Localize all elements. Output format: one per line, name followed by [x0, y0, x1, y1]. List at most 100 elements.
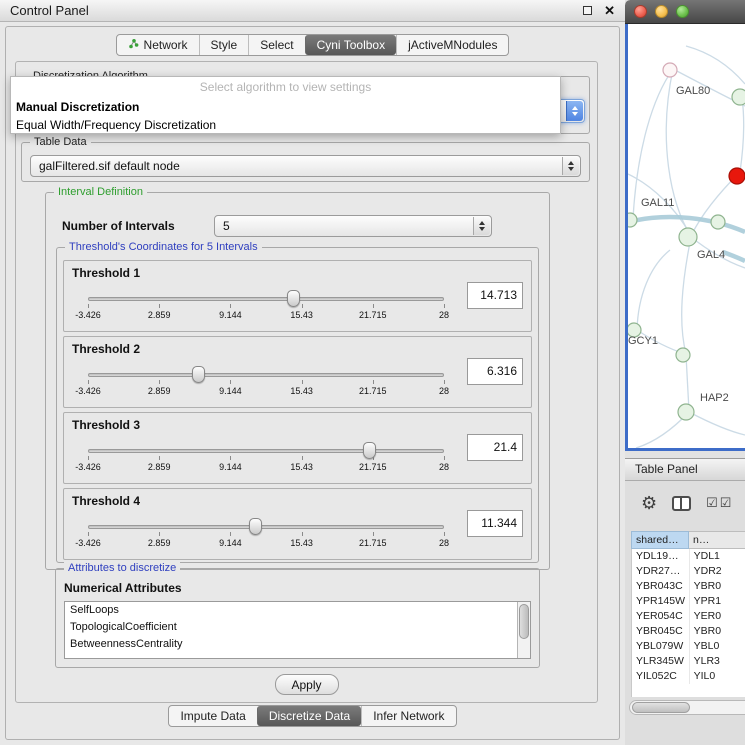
threshold-4-slider[interactable]: -3.4262.8599.14415.4321.71528 [88, 517, 444, 551]
dropdown-options-list: Manual DiscretizationEqual Width/Frequen… [11, 98, 560, 134]
table-row[interactable]: YLR345WYLR3 [632, 654, 745, 669]
slider-thumb[interactable] [249, 518, 262, 535]
network-node-red[interactable] [729, 168, 745, 184]
threshold-4-panel: Threshold 4 -3.4262.8599.14415.4321.7152… [63, 488, 532, 560]
tab-style[interactable]: Style [199, 35, 249, 55]
slider-thumb[interactable] [192, 366, 205, 383]
number-of-intervals-label: Number of Intervals [62, 219, 175, 233]
table-column-header[interactable]: shared… [631, 531, 689, 549]
threshold-2-label: Threshold 2 [72, 342, 140, 356]
slider-track[interactable] [88, 373, 444, 377]
apply-button[interactable]: Apply [275, 674, 339, 695]
attributes-scrollbar[interactable] [517, 602, 530, 658]
table-row[interactable]: YDR27…YDR2 [632, 564, 745, 579]
algorithm-option[interactable]: Equal Width/Frequency Discretization [11, 116, 560, 134]
table-cell: YBR045C [632, 624, 690, 639]
network-node-label: GAL4 [697, 249, 725, 261]
tab-network[interactable]: Network [117, 35, 199, 55]
table-row[interactable]: YBR043CYBR0 [632, 579, 745, 594]
slider-thumb[interactable] [363, 442, 376, 459]
tab-cyni-toolbox[interactable]: Cyni Toolbox [305, 35, 396, 55]
threshold-3-value-field[interactable]: 21.4 [467, 434, 523, 461]
table-row[interactable]: YER054CYER0 [632, 609, 745, 624]
zoom-traffic-light-icon[interactable] [676, 5, 689, 18]
slider-tick [444, 456, 445, 460]
threshold-4-value-field[interactable]: 11.344 [467, 510, 523, 537]
combobox-stepper-icon[interactable] [473, 217, 490, 235]
close-traffic-light-icon[interactable] [634, 5, 647, 18]
network-node-green[interactable] [676, 348, 690, 362]
columns-icon[interactable] [672, 496, 691, 511]
network-node-green[interactable] [628, 213, 637, 227]
control-panel-titlebar: Control Panel ✕ [0, 0, 625, 22]
table-cell: YER054C [632, 609, 690, 624]
table-cell: YDR27… [632, 564, 690, 579]
slider-track[interactable] [88, 449, 444, 453]
tab-jactivemnodules[interactable]: jActiveMNodules [396, 35, 508, 55]
attribute-list-item[interactable]: BetweennessCentrality [65, 636, 530, 653]
slider-tick-label: 2.859 [148, 386, 171, 396]
numerical-attributes-label: Numerical Attributes [64, 581, 182, 595]
tab-infer-network[interactable]: Infer Network [361, 706, 455, 726]
tab-impute-data[interactable]: Impute Data [169, 706, 256, 726]
attribute-list-item[interactable]: SelfLoops [65, 602, 530, 619]
table-horizontal-scrollbar[interactable] [629, 700, 745, 715]
gear-icon[interactable]: ⚙ [641, 494, 657, 512]
slider-tick-label: 21.715 [359, 386, 387, 396]
slider-tick [444, 380, 445, 384]
close-window-icon[interactable]: ✕ [604, 3, 615, 19]
select-columns-icon[interactable]: ☑☑ [706, 495, 733, 511]
float-window-icon[interactable] [583, 6, 592, 15]
number-of-intervals-combobox[interactable]: 5 [214, 215, 492, 237]
table-column-header[interactable]: n… [689, 531, 745, 549]
table-row[interactable]: YDL19…YDL1 [632, 549, 745, 564]
slider-tick-label: 9.144 [219, 462, 242, 472]
threshold-1-value-field[interactable]: 14.713 [467, 282, 523, 309]
network-node-green[interactable] [679, 228, 697, 246]
threshold-3-panel: Threshold 3 -3.4262.8599.14415.4321.7152… [63, 412, 532, 484]
network-node-green[interactable] [678, 404, 694, 420]
slider-tick-label: 28 [439, 462, 449, 472]
table-panel-title: Table Panel [635, 462, 698, 476]
tab-label: Discretize Data [269, 709, 350, 723]
table-data-legend: Table Data [30, 136, 91, 148]
scrollbar-thumb[interactable] [632, 702, 690, 713]
table-data-combobox[interactable]: galFiltered.sif default node [30, 155, 581, 177]
network-canvas[interactable]: GAL80GAL11GAL4GCY1HAP2 [625, 24, 745, 451]
thresholds-group: Threshold's Coordinates for 5 Intervals … [56, 247, 539, 563]
threshold-1-slider[interactable]: -3.4262.8599.14415.4321.71528 [88, 289, 444, 323]
combobox-stepper-icon[interactable] [562, 157, 579, 175]
attribute-list-item[interactable]: TopologicalCoefficient [65, 619, 530, 636]
slider-tick [230, 456, 231, 460]
table-cell: YDR2 [690, 564, 745, 579]
table-cell: YBL0 [690, 639, 745, 654]
slider-tick [159, 532, 160, 536]
combobox-stepper-icon[interactable] [566, 101, 583, 121]
threshold-2-value-field[interactable]: 6.316 [467, 358, 523, 385]
threshold-2-slider[interactable]: -3.4262.8599.14415.4321.71528 [88, 365, 444, 399]
table-cell: YBR0 [690, 579, 745, 594]
network-node-green[interactable] [711, 215, 725, 229]
tab-discretize-data[interactable]: Discretize Data [257, 706, 361, 726]
threshold-1-label: Threshold 1 [72, 266, 140, 280]
minimize-traffic-light-icon[interactable] [655, 5, 668, 18]
threshold-3-slider[interactable]: -3.4262.8599.14415.4321.71528 [88, 441, 444, 475]
network-node-pale[interactable] [663, 63, 677, 77]
scrollbar-thumb[interactable] [519, 604, 529, 639]
threshold-1-panel: Threshold 1 -3.4262.8599.14415.4321.7152… [63, 260, 532, 332]
table-row[interactable]: YPR145WYPR1 [632, 594, 745, 609]
table-row[interactable]: YBL079WYBL0 [632, 639, 745, 654]
algorithm-option[interactable]: Manual Discretization [11, 98, 560, 116]
tab-label: Select [260, 38, 293, 52]
slider-thumb[interactable] [287, 290, 300, 307]
window-title: Control Panel [10, 3, 583, 18]
table-body: YDL19…YDL1YDR27…YDR2YBR043CYBR0YPR145WYP… [631, 549, 745, 697]
table-row[interactable]: YIL052CYIL0 [632, 669, 745, 684]
network-node-green[interactable] [732, 89, 745, 105]
slider-track[interactable] [88, 525, 444, 529]
table-row[interactable]: YBR045CYBR0 [632, 624, 745, 639]
numerical-attributes-list[interactable]: SelfLoopsTopologicalCoefficientBetweenne… [64, 601, 531, 659]
slider-track[interactable] [88, 297, 444, 301]
tab-select[interactable]: Select [248, 35, 304, 55]
network-edges [628, 46, 745, 448]
